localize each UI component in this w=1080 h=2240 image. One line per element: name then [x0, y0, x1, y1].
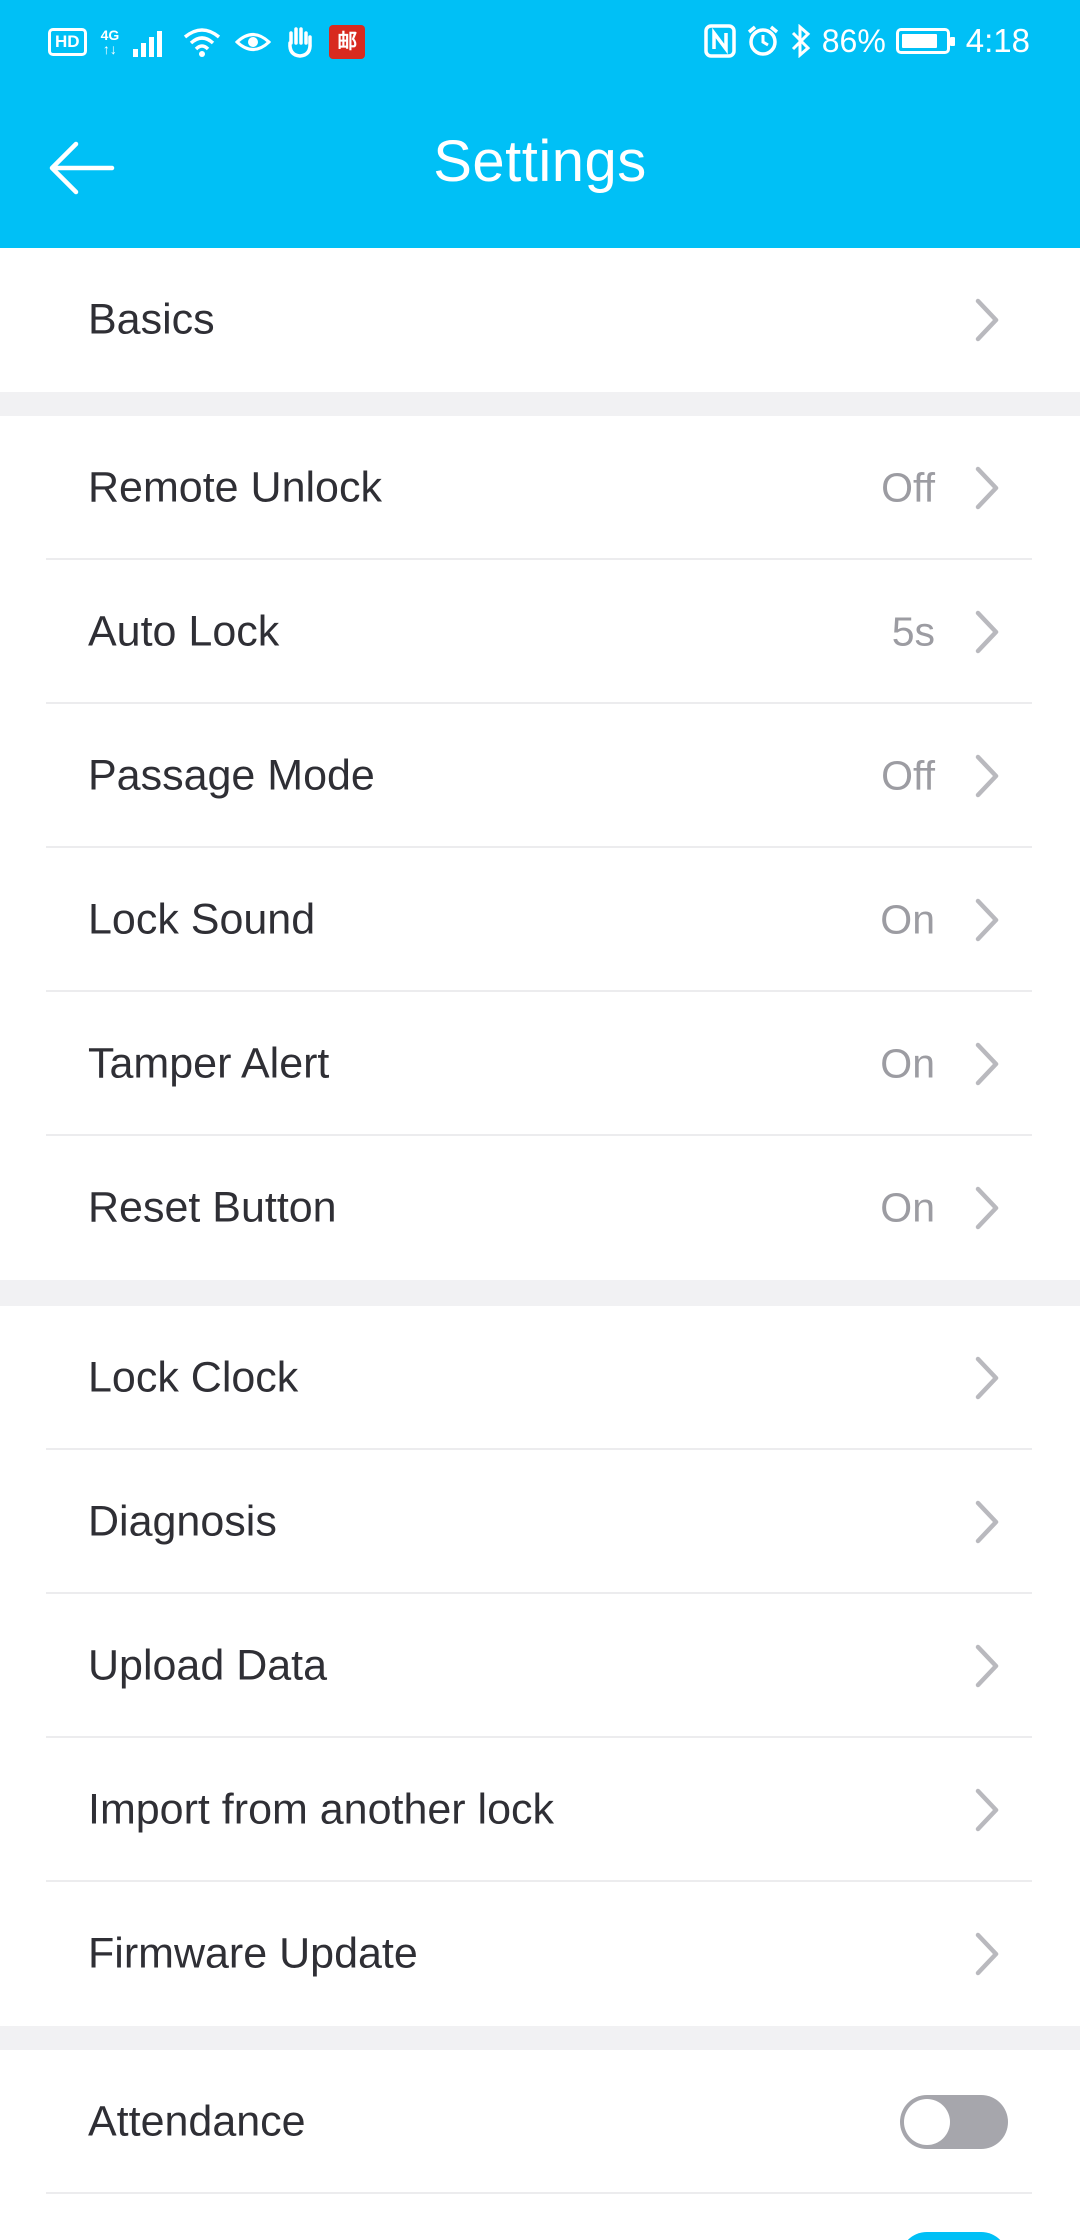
- chevron-right-icon: [975, 1788, 999, 1832]
- settings-row-basics[interactable]: Basics: [0, 248, 1080, 392]
- row-label: Passage Mode: [88, 751, 375, 800]
- chevron-right-icon: [975, 1644, 999, 1688]
- hd-icon: HD: [48, 28, 87, 56]
- row-label: Attendance: [88, 2097, 306, 2146]
- chevron-right-icon: [975, 1932, 999, 1976]
- status-bar: HD 4G ↑↓ 邮 86% 4:18: [0, 0, 1080, 84]
- row-label: Diagnosis: [88, 1497, 277, 1546]
- row-label: Auto Lock: [88, 607, 280, 656]
- chevron-right-icon: [975, 1042, 999, 1086]
- network-type-icon: 4G ↑↓: [101, 28, 120, 56]
- settings-row-diagnosis[interactable]: Diagnosis: [0, 1450, 1080, 1594]
- settings-row-auto-lock[interactable]: Auto Lock 5s: [0, 560, 1080, 704]
- row-value: Off: [881, 752, 935, 799]
- row-value: On: [880, 1184, 935, 1231]
- settings-row-passage-mode[interactable]: Passage Mode Off: [0, 704, 1080, 848]
- status-left-icons: HD 4G ↑↓ 邮: [48, 22, 366, 62]
- chevron-right-icon: [975, 466, 999, 510]
- settings-row-firmware-update[interactable]: Firmware Update: [0, 1882, 1080, 2026]
- row-label: Basics: [88, 295, 215, 344]
- settings-section-attendance: Attendance: [0, 2050, 1080, 2240]
- wifi-icon: [184, 28, 221, 57]
- settings-row-upload-data[interactable]: Upload Data: [0, 1594, 1080, 1738]
- nfc-icon: [703, 24, 736, 58]
- settings-row-tamper-alert[interactable]: Tamper Alert On: [0, 992, 1080, 1136]
- clock-time: 4:18: [965, 22, 1030, 59]
- battery-icon: [895, 28, 955, 54]
- battery-level: [901, 34, 938, 48]
- row-label: Lock Clock: [88, 1353, 299, 1402]
- header: HD 4G ↑↓ 邮 86% 4:18 Settings: [0, 0, 1080, 248]
- row-value: 5s: [891, 608, 935, 655]
- network-activity-label: ↑↓: [102, 41, 117, 57]
- row-value: On: [880, 896, 935, 943]
- chevron-right-icon: [975, 754, 999, 798]
- row-label: Lock Sound: [88, 895, 316, 944]
- signal-icon: [133, 31, 163, 57]
- row-label: Tamper Alert: [88, 1039, 330, 1088]
- alarm-icon: [747, 25, 778, 56]
- settings-row-lock-clock[interactable]: Lock Clock: [0, 1306, 1080, 1450]
- chevron-right-icon: [975, 1356, 999, 1400]
- row-divider: [46, 2192, 1032, 2194]
- chevron-right-icon: [975, 610, 999, 654]
- network-type-label: 4G: [100, 27, 120, 43]
- settings-row-remote-unlock[interactable]: Remote Unlock Off: [0, 416, 1080, 560]
- settings-screen: HD 4G ↑↓ 邮 86% 4:18 Settings Basics Remo…: [0, 0, 1080, 2240]
- row-label: Firmware Update: [88, 1929, 418, 1978]
- settings-section-lock-features: Remote Unlock Off Auto Lock 5s Passage M…: [0, 416, 1080, 1280]
- row-value: On: [880, 1040, 935, 1087]
- bluetooth-icon: [791, 24, 810, 58]
- page-title: Settings: [433, 129, 647, 194]
- status-right-icons: 86% 4:18: [703, 18, 1030, 64]
- row-label: Reset Button: [88, 1183, 337, 1232]
- chevron-right-icon: [975, 1186, 999, 1230]
- settings-row-import-from-another-lock[interactable]: Import from another lock: [0, 1738, 1080, 1882]
- settings-section-maintenance: Lock Clock Diagnosis Upload Data Import …: [0, 1306, 1080, 2026]
- mail-app-icon: 邮: [329, 25, 366, 59]
- settings-section-basics: Basics: [0, 248, 1080, 392]
- toggle-knob: [904, 2099, 950, 2145]
- settings-row-reset-button[interactable]: Reset Button On: [0, 1136, 1080, 1280]
- hand-icon: [288, 27, 313, 58]
- eye-icon: [235, 33, 272, 51]
- chevron-right-icon: [975, 898, 999, 942]
- settings-row-lock-sound[interactable]: Lock Sound On: [0, 848, 1080, 992]
- row-label: Upload Data: [88, 1641, 328, 1690]
- attendance-toggle[interactable]: [900, 2095, 1008, 2149]
- row-value: Off: [881, 464, 935, 511]
- chevron-right-icon: [975, 298, 999, 342]
- app-bar: Settings: [0, 84, 1080, 248]
- battery-percent: 86%: [821, 22, 886, 59]
- chevron-right-icon: [975, 1500, 999, 1544]
- row-label: Import from another lock: [88, 1785, 555, 1834]
- settings-row-attendance[interactable]: Attendance: [0, 2050, 1080, 2194]
- row-label: Remote Unlock: [88, 463, 382, 512]
